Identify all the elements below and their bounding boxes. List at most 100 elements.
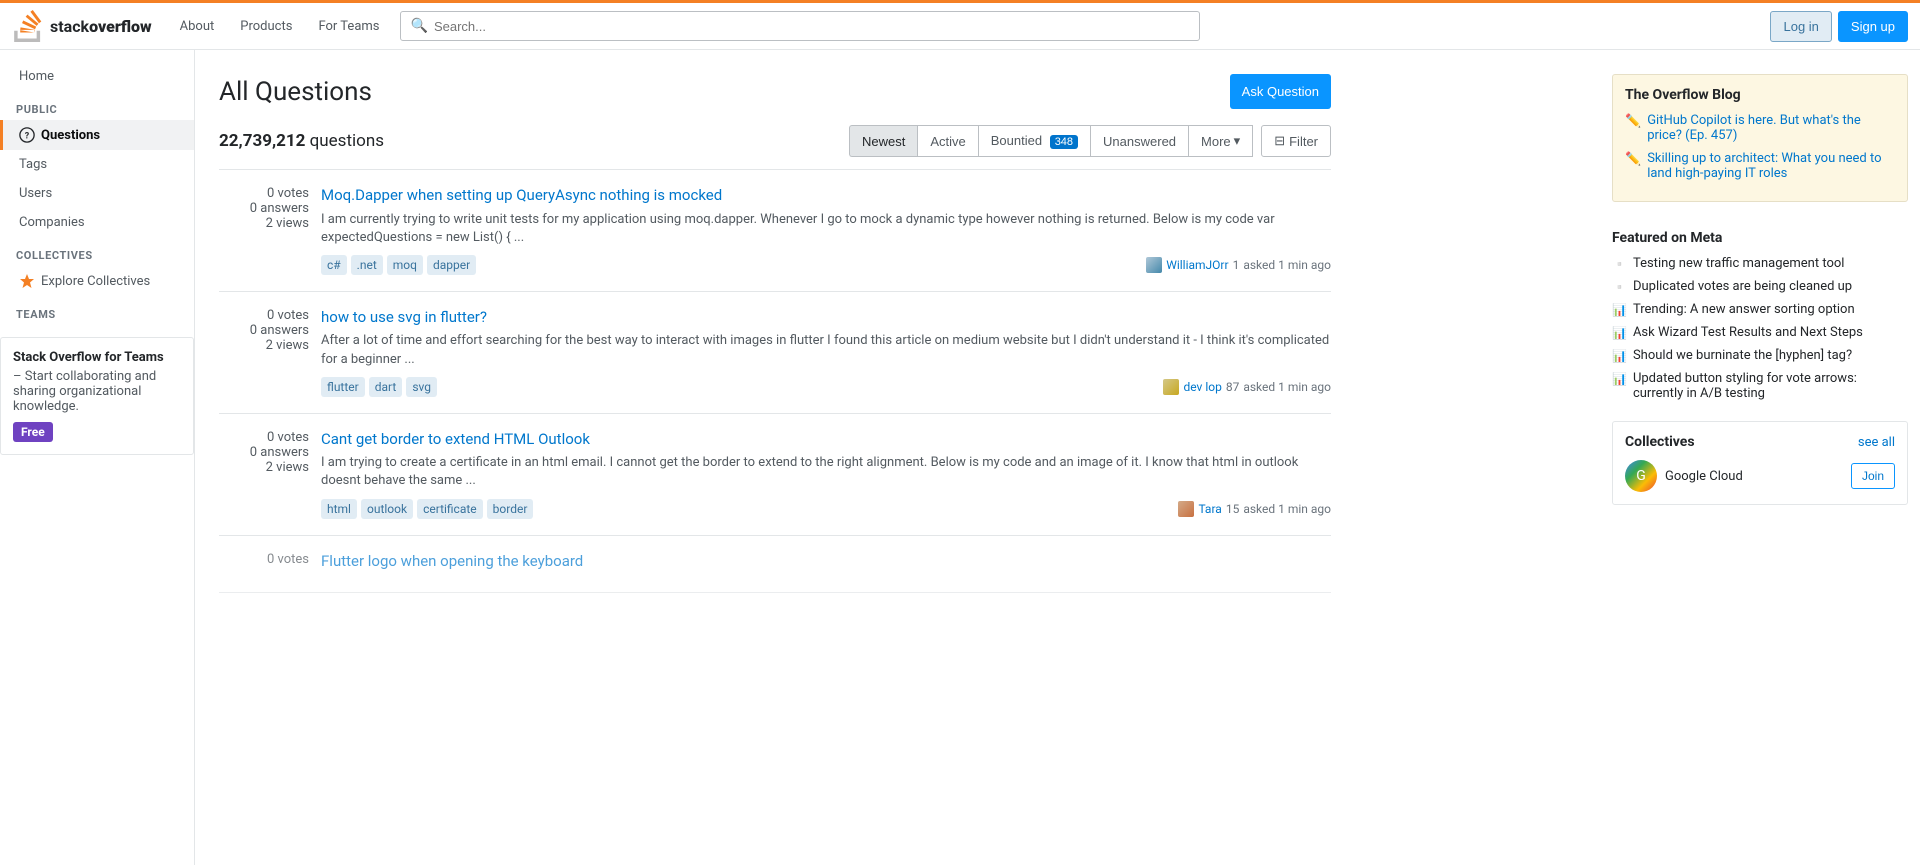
- tag[interactable]: html: [321, 499, 357, 519]
- search-input[interactable]: [434, 19, 1189, 34]
- tag[interactable]: moq: [387, 255, 423, 275]
- meta-link[interactable]: Ask Wizard Test Results and Next Steps: [1633, 325, 1863, 340]
- pencil-icon: ✏️: [1625, 152, 1641, 167]
- question-title[interactable]: Flutter logo when opening the keyboard: [321, 552, 1331, 572]
- nav-products[interactable]: Products: [228, 11, 304, 42]
- user-rep: 87: [1226, 380, 1240, 394]
- filter-tab-newest[interactable]: Newest: [849, 125, 917, 157]
- login-button[interactable]: Log in: [1770, 11, 1831, 42]
- user-link[interactable]: dev lop: [1183, 380, 1221, 394]
- collectives-title: Collectives: [1625, 434, 1695, 450]
- meta-link[interactable]: Testing new traffic management tool: [1633, 256, 1845, 271]
- tag[interactable]: flutter: [321, 377, 365, 397]
- filter-tab-active[interactable]: Active: [917, 125, 977, 157]
- user-rep: 15: [1226, 502, 1240, 516]
- sidebar-item-questions[interactable]: ? Questions: [0, 120, 194, 150]
- tag[interactable]: dart: [369, 377, 403, 397]
- pencil-icon: ✏️: [1625, 114, 1641, 129]
- sidebar-item-tags[interactable]: Tags: [0, 150, 194, 179]
- logo[interactable]: stackoverflow: [12, 10, 152, 42]
- tag-list: html outlook certificate border: [321, 499, 533, 519]
- collective-name: Google Cloud: [1665, 469, 1743, 484]
- question-stats: 0 votes: [219, 552, 309, 577]
- question-time: asked 1 min ago: [1243, 258, 1331, 272]
- meta-link[interactable]: Should we burninate the [hyphen] tag?: [1633, 348, 1852, 363]
- right-sidebar: The Overflow Blog ✏️ GitHub Copilot is h…: [1600, 50, 1920, 865]
- question-body: Flutter logo when opening the keyboard: [321, 552, 1331, 577]
- filter-tab-bountied[interactable]: Bountied 348: [978, 125, 1090, 157]
- tag[interactable]: border: [487, 499, 534, 519]
- sidebar-section-teams: TEAMS: [0, 296, 194, 325]
- filter-tab-unanswered[interactable]: Unanswered: [1090, 125, 1188, 157]
- list-item: 📊 Ask Wizard Test Results and Next Steps: [1612, 325, 1908, 340]
- question-footer: flutter dart svg dev lop 87 asked 1 min …: [321, 377, 1331, 397]
- sidebar-item-explore-collectives[interactable]: Explore Collectives: [0, 266, 194, 296]
- list-item: ✏️ Skilling up to architect: What you ne…: [1625, 151, 1895, 181]
- see-all-link[interactable]: see all: [1858, 435, 1895, 450]
- table-row: 0 votes 0 answers 2 views how to use svg…: [219, 292, 1331, 414]
- sidebar-item-users[interactable]: Users: [0, 179, 194, 208]
- meta-link[interactable]: Updated button styling for vote arrows: …: [1633, 371, 1908, 401]
- star-icon: [19, 273, 35, 289]
- question-title[interactable]: Cant get border to extend HTML Outlook: [321, 430, 1331, 450]
- sidebar-item-companies[interactable]: Companies: [0, 208, 194, 237]
- sidebar-item-home[interactable]: Home: [0, 62, 194, 91]
- search-icon: 🔍: [411, 18, 428, 34]
- square-icon: ▫️: [1612, 257, 1627, 271]
- question-meta: WilliamJOrr 1 asked 1 min ago: [1146, 257, 1331, 273]
- question-title[interactable]: Moq.Dapper when setting up QueryAsync no…: [321, 186, 1331, 206]
- question-stats: 0 votes 0 answers 2 views: [219, 430, 309, 519]
- meta-link[interactable]: Trending: A new answer sorting option: [1633, 302, 1855, 317]
- question-count: 22,739,212 questions: [219, 131, 384, 151]
- question-footer: c# .net moq dapper WilliamJOrr 1 asked 1…: [321, 255, 1331, 275]
- tag[interactable]: c#: [321, 255, 347, 275]
- join-collective-button[interactable]: Join: [1851, 463, 1895, 489]
- featured-meta-box: Featured on Meta ▫️ Testing new traffic …: [1612, 218, 1908, 421]
- meta-link[interactable]: Duplicated votes are being cleaned up: [1633, 279, 1852, 294]
- signup-button[interactable]: Sign up: [1838, 11, 1908, 42]
- tag-list: flutter dart svg: [321, 377, 437, 397]
- question-meta: Tara 15 asked 1 min ago: [1178, 501, 1331, 517]
- tag[interactable]: outlook: [361, 499, 413, 519]
- svg-text:?: ?: [25, 132, 30, 142]
- nav-for-teams[interactable]: For Teams: [306, 11, 391, 42]
- nav-actions: Log in Sign up: [1770, 11, 1908, 42]
- ask-question-button[interactable]: Ask Question: [1230, 74, 1331, 109]
- filter-tab-more[interactable]: More ▾: [1188, 125, 1253, 157]
- collectives-header: Collectives see all: [1625, 434, 1895, 450]
- blog-link[interactable]: Skilling up to architect: What you need …: [1647, 151, 1895, 181]
- blog-link[interactable]: GitHub Copilot is here. But what's the p…: [1647, 113, 1895, 143]
- tag[interactable]: .net: [351, 255, 383, 275]
- trending-icon: 📊: [1612, 349, 1627, 363]
- teams-promo-title: Stack Overflow for Teams: [13, 350, 181, 365]
- user-rep: 1: [1233, 258, 1240, 272]
- table-row: 0 votes 0 answers 2 views Moq.Dapper whe…: [219, 170, 1331, 292]
- trending-icon: 📊: [1612, 372, 1627, 386]
- question-title[interactable]: how to use svg in flutter?: [321, 308, 1331, 328]
- list-item: 📊 Trending: A new answer sorting option: [1612, 302, 1908, 317]
- user-link[interactable]: Tara: [1198, 502, 1221, 516]
- list-item: 📊 Should we burninate the [hyphen] tag?: [1612, 348, 1908, 363]
- sidebar-section-collectives: COLLECTIVES: [0, 237, 194, 266]
- tag[interactable]: dapper: [427, 255, 476, 275]
- question-stats: 0 votes 0 answers 2 views: [219, 308, 309, 397]
- bountied-badge: 348: [1050, 135, 1078, 149]
- list-item: ▫️ Duplicated votes are being cleaned up: [1612, 279, 1908, 294]
- filter-icon: ⊟: [1274, 133, 1285, 149]
- filter-button[interactable]: ⊟ Filter: [1261, 125, 1331, 157]
- tag[interactable]: svg: [406, 377, 437, 397]
- square-icon: ▫️: [1612, 280, 1627, 294]
- tag[interactable]: certificate: [417, 499, 483, 519]
- filter-tabs: Newest Active Bountied 348 Unanswered Mo…: [849, 125, 1253, 157]
- user-link[interactable]: WilliamJOrr: [1166, 258, 1228, 272]
- question-excerpt: I am trying to create a certificate in a…: [321, 454, 1331, 490]
- nav-links: About Products For Teams: [168, 11, 392, 42]
- list-item: ✏️ GitHub Copilot is here. But what's th…: [1625, 113, 1895, 143]
- question-time: asked 1 min ago: [1243, 380, 1331, 394]
- tag-list: c# .net moq dapper: [321, 255, 476, 275]
- question-footer: html outlook certificate border Tara 15 …: [321, 499, 1331, 519]
- nav-about[interactable]: About: [168, 11, 227, 42]
- question-time: asked 1 min ago: [1243, 502, 1331, 516]
- table-row: 0 votes 0 answers 2 views Cant get borde…: [219, 414, 1331, 536]
- filter-bar: 22,739,212 questions Newest Active Bount…: [219, 125, 1331, 157]
